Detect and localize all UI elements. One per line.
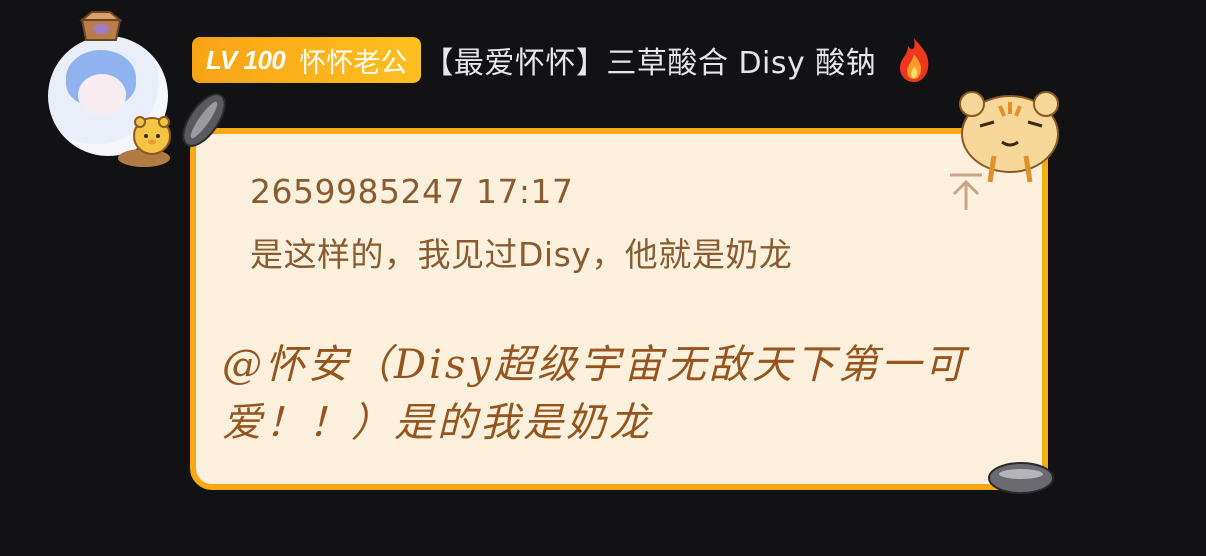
sunflower-seed-icon <box>182 93 226 147</box>
sunflower-seed-icon-bottom <box>988 462 1054 494</box>
quoted-message[interactable]: 是这样的，我见过Disy，他就是奶龙 <box>250 228 792 276</box>
level-badge[interactable]: LV 100 怀怀老公 <box>192 37 422 83</box>
quote-meta: 2659985247 17:17 <box>250 172 574 211</box>
nickname: 怀怀老公 <box>299 47 408 79</box>
avatar-face <box>78 74 126 116</box>
message-header: LV 100 怀怀老公 【最爱怀怀】三草酸合 Disy 酸钠 <box>192 36 934 84</box>
tiger-sticker-icon <box>959 91 1059 183</box>
level-label: LV 100 <box>206 44 286 75</box>
pin-top-icon[interactable] <box>948 172 984 212</box>
box-decoration-icon <box>79 11 123 41</box>
user-title: 【最爱怀怀】三草酸合 Disy 酸钠 <box>423 46 877 81</box>
avatar[interactable] <box>48 11 171 167</box>
reply-message: @怀安（Disy超级宇宙无敌天下第一可爱！！）是的我是奶龙 <box>222 342 967 446</box>
bear-sticker-icon <box>118 116 171 167</box>
fire-icon <box>900 38 929 82</box>
